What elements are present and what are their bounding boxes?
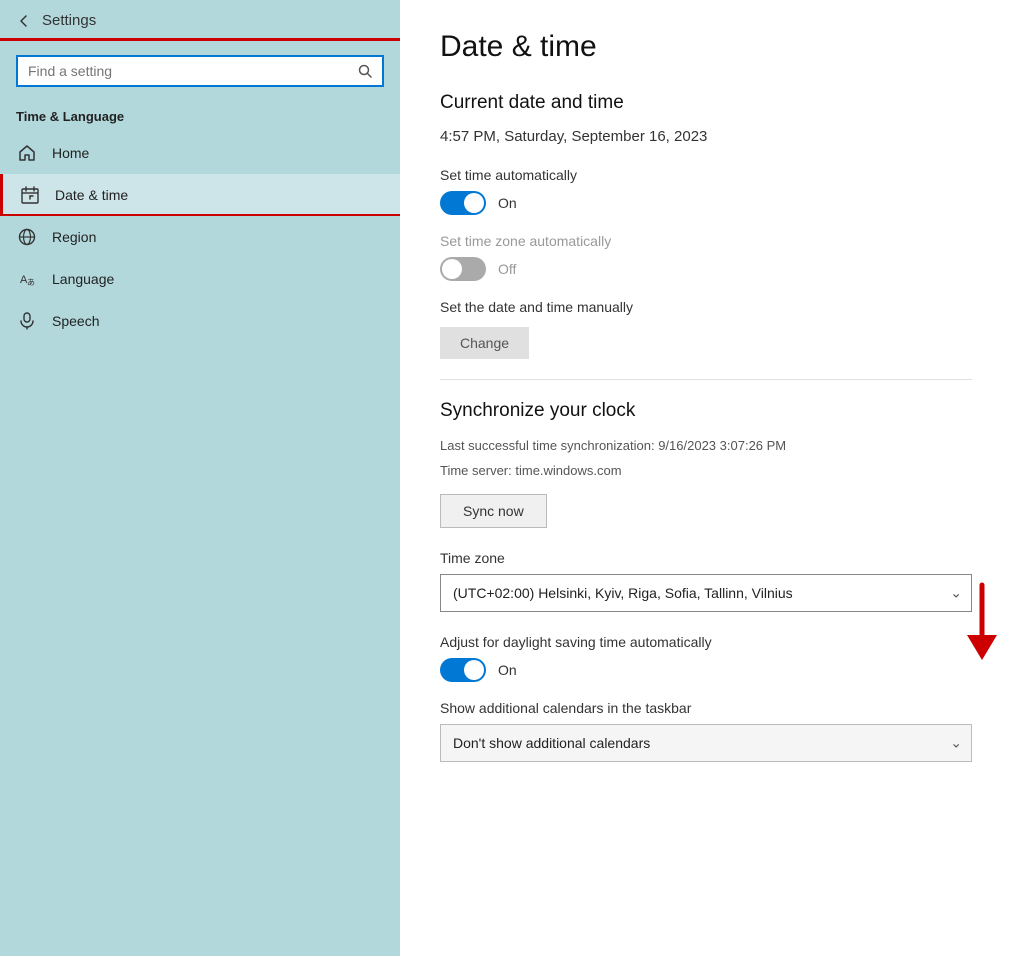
sync-info-line1: Last successful time synchronization: 9/… <box>440 436 972 457</box>
sidebar-item-language[interactable]: A あ Language <box>0 258 400 300</box>
current-time-display: 4:57 PM, Saturday, September 16, 2023 <box>440 128 972 145</box>
region-icon <box>16 226 38 248</box>
set-time-auto-state: On <box>498 195 517 211</box>
change-button[interactable]: Change <box>440 327 529 359</box>
sidebar: Settings Time & Language Home <box>0 0 400 956</box>
set-time-auto-row: Set time automatically On <box>440 167 972 215</box>
svg-text:あ: あ <box>27 278 35 287</box>
sidebar-item-region[interactable]: Region <box>0 216 400 258</box>
manual-time-row: Set the date and time manually Change <box>440 299 972 359</box>
sync-heading: Synchronize your clock <box>440 400 972 422</box>
set-time-auto-toggle-row: On <box>440 191 972 215</box>
calendars-select[interactable]: Don't show additional calendars <box>440 724 972 762</box>
set-timezone-auto-toggle-row: Off <box>440 257 972 281</box>
sidebar-item-region-label: Region <box>52 229 96 245</box>
daylight-row: Adjust for daylight saving time automati… <box>440 634 972 682</box>
search-box <box>16 55 384 87</box>
timezone-select[interactable]: (UTC+02:00) Helsinki, Kyiv, Riga, Sofia,… <box>440 574 972 612</box>
calendars-select-wrap: Don't show additional calendars ⌄ <box>440 724 972 762</box>
sidebar-header: Settings <box>0 0 400 41</box>
set-timezone-auto-state: Off <box>498 261 516 277</box>
page-title: Date & time <box>440 30 972 64</box>
daylight-toggle-row: On <box>440 658 972 682</box>
sidebar-item-speech-label: Speech <box>52 313 99 329</box>
sidebar-item-home[interactable]: Home <box>0 132 400 174</box>
set-timezone-auto-row: Set time zone automatically Off <box>440 233 972 281</box>
toggle-knob-tz <box>442 259 462 279</box>
calendars-label: Show additional calendars in the taskbar <box>440 700 972 716</box>
search-box-wrap <box>0 41 400 101</box>
current-section-heading: Current date and time <box>440 92 972 114</box>
timezone-section: Time zone (UTC+02:00) Helsinki, Kyiv, Ri… <box>440 550 972 612</box>
sidebar-item-language-label: Language <box>52 271 114 287</box>
toggle-knob-daylight <box>464 660 484 680</box>
set-time-auto-toggle[interactable] <box>440 191 486 215</box>
set-timezone-auto-label: Set time zone automatically <box>440 233 972 249</box>
manual-time-label: Set the date and time manually <box>440 299 972 315</box>
set-time-auto-label: Set time automatically <box>440 167 972 183</box>
set-timezone-auto-toggle[interactable] <box>440 257 486 281</box>
timezone-select-wrap: (UTC+02:00) Helsinki, Kyiv, Riga, Sofia,… <box>440 574 972 612</box>
search-input[interactable] <box>28 63 350 79</box>
home-icon <box>16 142 38 164</box>
sidebar-item-datetime[interactable]: Date & time <box>0 174 400 216</box>
search-icon <box>358 64 372 78</box>
sidebar-item-home-label: Home <box>52 145 89 161</box>
sync-now-button[interactable]: Sync now <box>440 494 547 528</box>
calendars-row: Show additional calendars in the taskbar… <box>440 700 972 762</box>
toggle-knob <box>464 193 484 213</box>
daylight-state: On <box>498 662 517 678</box>
language-icon: A あ <box>16 268 38 290</box>
divider-1 <box>440 379 972 380</box>
main-content: Date & time Current date and time 4:57 P… <box>400 0 1012 956</box>
sidebar-section-label: Time & Language <box>0 101 400 132</box>
sync-section: Synchronize your clock Last successful t… <box>440 400 972 528</box>
sidebar-item-speech[interactable]: Speech <box>0 300 400 342</box>
sync-info-line2: Time server: time.windows.com <box>440 461 972 482</box>
speech-icon <box>16 310 38 332</box>
datetime-icon <box>19 184 41 206</box>
back-button[interactable] <box>16 13 32 29</box>
daylight-toggle[interactable] <box>440 658 486 682</box>
daylight-label: Adjust for daylight saving time automati… <box>440 634 972 650</box>
timezone-label: Time zone <box>440 550 972 566</box>
sidebar-title: Settings <box>42 12 96 29</box>
sidebar-item-datetime-label: Date & time <box>55 187 128 203</box>
